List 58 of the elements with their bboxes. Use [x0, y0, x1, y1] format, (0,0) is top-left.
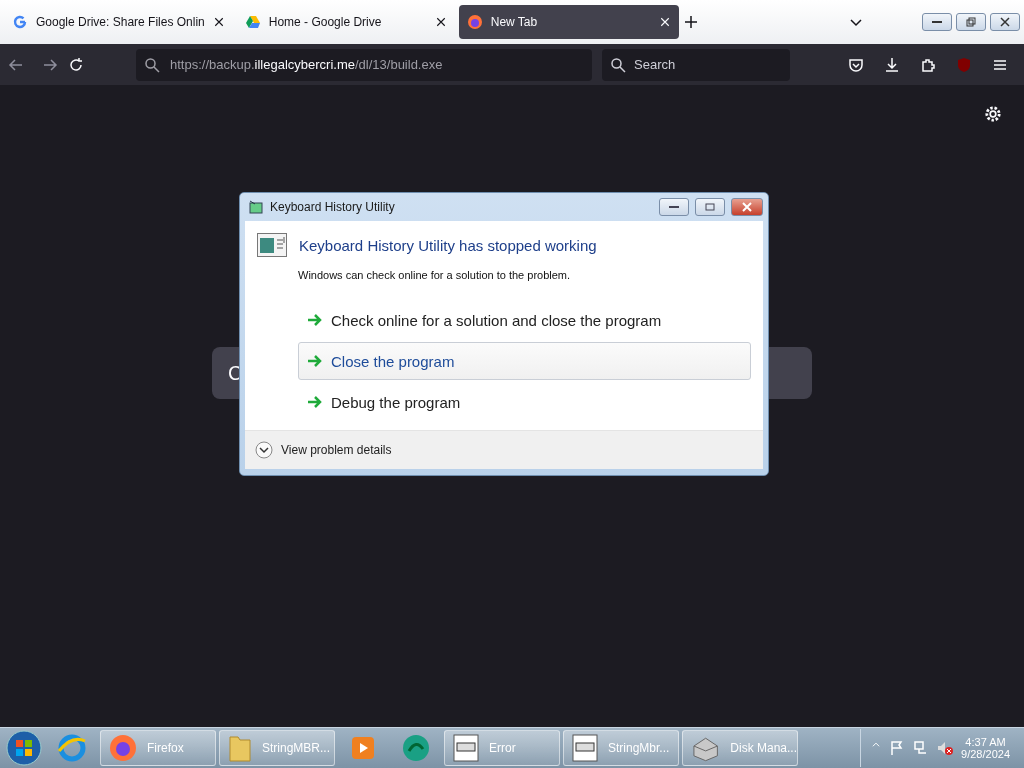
- clock-time: 4:37 AM: [965, 736, 1006, 748]
- folder-icon: [228, 733, 252, 763]
- arrow-right-icon: [307, 354, 323, 368]
- close-icon: [742, 202, 752, 212]
- minimize-icon: [932, 20, 942, 24]
- plus-icon[interactable]: [682, 14, 699, 30]
- close-icon: [1000, 17, 1010, 27]
- close-button[interactable]: [990, 13, 1020, 31]
- arrow-right-icon: [307, 313, 323, 327]
- minimize-button[interactable]: [922, 13, 952, 31]
- download-icon[interactable]: [884, 56, 900, 73]
- forward-icon[interactable]: [42, 56, 58, 73]
- back-icon[interactable]: [8, 56, 24, 73]
- firefox-icon: [466, 14, 483, 30]
- option-link[interactable]: Debug the program: [298, 383, 751, 421]
- address-field[interactable]: https://backup.illegalcybercri.me/dl/13/build.exe: [136, 48, 592, 81]
- option-link[interactable]: Check online for a solution and close the program: [298, 301, 751, 339]
- app-icon: [248, 199, 264, 215]
- start-button[interactable]: [4, 729, 44, 767]
- search-icon: [610, 56, 626, 73]
- drive-icon: [244, 14, 261, 30]
- google-icon: [12, 14, 28, 30]
- window-icon: [453, 734, 479, 762]
- media-player-icon: [351, 736, 375, 760]
- error-message: Windows can check online for a solution to the problem.: [298, 269, 572, 281]
- url-text: https://backup.illegalcybercri.me/dl/13/build.exe: [170, 57, 443, 72]
- reload-icon[interactable]: [68, 56, 84, 73]
- close-icon[interactable]: [434, 16, 447, 28]
- details-toggle[interactable]: View problem details: [281, 443, 392, 457]
- program-window-icon: [257, 233, 287, 257]
- close-icon[interactable]: [212, 16, 225, 28]
- browser-tab[interactable]: Google Drive: Share Files Onlin: [4, 5, 233, 39]
- globe-e-icon: [57, 733, 87, 763]
- error-heading: Keyboard History Utility has stopped working: [299, 236, 597, 254]
- maximize-button[interactable]: [695, 198, 725, 216]
- puzzle-icon[interactable]: [920, 56, 936, 73]
- search-icon: [144, 56, 160, 73]
- app-circle-icon: [401, 733, 431, 763]
- close-icon[interactable]: [658, 16, 671, 28]
- browser-tab[interactable]: Home - Google Drive: [236, 5, 455, 39]
- restore-button[interactable]: [956, 13, 986, 31]
- close-button[interactable]: [731, 198, 763, 216]
- arrow-right-icon: [307, 395, 323, 409]
- muted-speaker-icon[interactable]: [937, 740, 954, 756]
- clock-date: 9/28/2024: [961, 748, 1010, 760]
- pocket-icon[interactable]: [848, 56, 864, 73]
- minimize-icon: [669, 205, 679, 209]
- browser-tab[interactable]: New Tab: [458, 5, 679, 39]
- minimize-button[interactable]: [659, 198, 689, 216]
- search-field[interactable]: Search: [602, 48, 790, 81]
- maximize-icon: [705, 203, 715, 211]
- dialog-title: Keyboard History Utility: [270, 200, 396, 214]
- settings-icon[interactable]: [984, 105, 1002, 123]
- option-link[interactable]: Close the program: [298, 342, 751, 380]
- restore-icon: [966, 17, 976, 27]
- window-icon: [572, 734, 598, 762]
- expand-chevron-icon[interactable]: [255, 441, 273, 459]
- firefox-icon: [109, 734, 137, 762]
